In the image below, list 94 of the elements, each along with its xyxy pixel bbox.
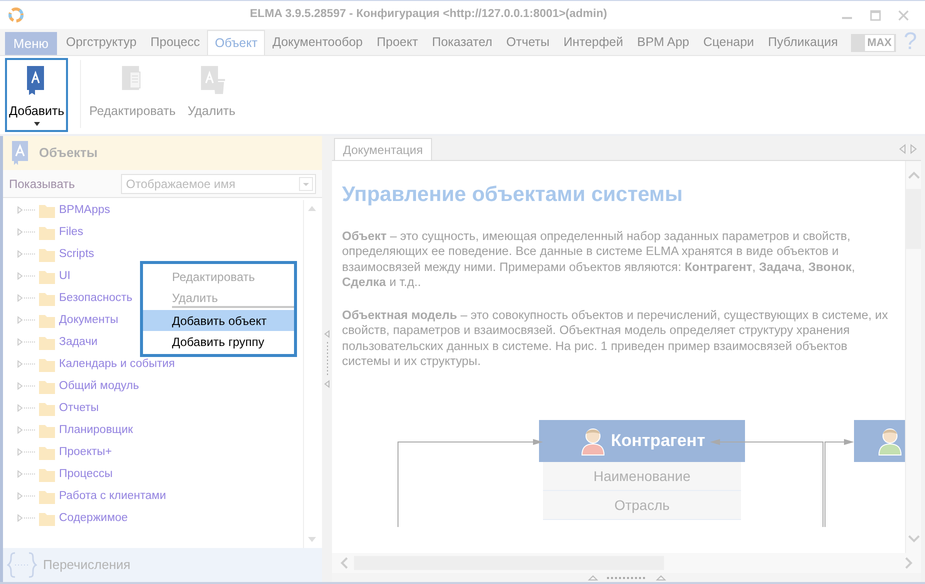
ribbon-tab[interactable]: Объект bbox=[206, 30, 266, 55]
window-title: ELMA 3.9.5.28597 - Конфигурация <http://127.0.0.1:8001>(admin) bbox=[248, 7, 608, 22]
expand-toggle-icon[interactable] bbox=[17, 228, 35, 238]
folder-icon bbox=[39, 336, 55, 350]
splitter-grip-icon[interactable] bbox=[586, 573, 666, 581]
scroll-up-icon[interactable] bbox=[908, 171, 920, 179]
menu-item[interactable]: Добавить группу bbox=[143, 331, 294, 352]
ribbon-tab[interactable]: Документообор bbox=[265, 30, 370, 55]
entity-field: Наименование bbox=[543, 462, 741, 491]
ribbon-tab[interactable]: Процесс bbox=[144, 30, 207, 55]
folder-icon bbox=[39, 380, 55, 394]
splitter-grip-icon[interactable] bbox=[326, 342, 328, 376]
folder-icon bbox=[39, 248, 55, 262]
tree-item[interactable]: Задачи bbox=[59, 334, 98, 352]
document-paragraph: Объект – это сущность, имеющая определенный набор заданных параметров и свойств, определяющих ее поведение. Все данные в системе ELMA хранятся в виде объектов и взаимосвязей между ними. Примерами объектов являются: Контрагент, Задача, Звонок, Сделка и т.д.. bbox=[342, 228, 856, 290]
ribbon-tab[interactable]: Интерфей bbox=[556, 30, 630, 55]
tree-item[interactable]: Процессы bbox=[59, 466, 113, 484]
ribbon-tab[interactable]: BPM App bbox=[630, 30, 696, 55]
expand-toggle-icon[interactable] bbox=[17, 404, 35, 414]
scroll-down-icon[interactable] bbox=[908, 535, 920, 543]
expand-toggle-icon[interactable] bbox=[17, 360, 35, 370]
previous-tab-icon[interactable] bbox=[899, 144, 906, 154]
folder-icon bbox=[39, 424, 55, 438]
vertical-scrollbar[interactable] bbox=[905, 161, 921, 553]
tree-item[interactable]: Scripts bbox=[59, 246, 94, 264]
expand-toggle-icon[interactable] bbox=[17, 448, 35, 458]
ribbon-tab[interactable]: Проект bbox=[370, 30, 425, 55]
collapse-arrow-icon[interactable] bbox=[324, 380, 330, 388]
max-toggle[interactable]: MAX bbox=[851, 34, 896, 52]
expand-toggle-icon[interactable] bbox=[17, 250, 35, 260]
tree-item[interactable]: Отчеты bbox=[59, 400, 99, 418]
document-tab[interactable]: Документация bbox=[334, 138, 432, 160]
document-heading: Управление объектами системы bbox=[342, 182, 684, 208]
menu-button[interactable]: Меню bbox=[5, 32, 57, 55]
expand-toggle-icon[interactable] bbox=[17, 338, 35, 348]
scroll-right-icon[interactable] bbox=[905, 557, 913, 569]
entity-title: Контрагент bbox=[610, 430, 706, 452]
folder-icon bbox=[39, 226, 55, 240]
folder-icon bbox=[39, 270, 55, 284]
expand-toggle-icon[interactable] bbox=[17, 206, 35, 216]
field-label: Показывать bbox=[9, 176, 76, 192]
close-icon[interactable] bbox=[898, 10, 908, 20]
caret-icon bbox=[32, 120, 41, 127]
expand-toggle-icon[interactable] bbox=[17, 426, 35, 436]
tree-item[interactable]: Документы bbox=[59, 312, 118, 330]
tree-item[interactable]: Планировщик bbox=[59, 422, 133, 440]
tree-item[interactable]: Работа с клиентами bbox=[59, 488, 166, 506]
expand-toggle-icon[interactable] bbox=[17, 272, 35, 282]
entity-field: Отрасль bbox=[543, 491, 741, 520]
horizontal-scrollbar[interactable] bbox=[332, 553, 921, 573]
tree-item[interactable]: Files bbox=[59, 224, 84, 242]
display-select[interactable]: Отображаемое имя bbox=[121, 174, 316, 194]
ribbon-tab[interactable]: Оргструктур bbox=[59, 30, 144, 55]
maximize-icon[interactable] bbox=[870, 10, 880, 20]
ribbon-tab[interactable]: Сценари bbox=[696, 30, 762, 55]
ribbon-tab[interactable]: Публикация bbox=[761, 30, 845, 55]
tree-item[interactable]: Календарь и события bbox=[59, 356, 175, 374]
expand-toggle-icon[interactable] bbox=[17, 294, 35, 304]
book-icon bbox=[9, 140, 31, 166]
folder-icon bbox=[39, 358, 55, 372]
scroll-up-icon[interactable] bbox=[306, 204, 316, 212]
add-button[interactable]: Добавить bbox=[5, 58, 68, 132]
scroll-down-icon[interactable] bbox=[306, 536, 316, 544]
tree-item[interactable]: BPMApps bbox=[59, 202, 110, 220]
app-logo-icon bbox=[8, 7, 24, 23]
scroll-left-icon[interactable] bbox=[340, 557, 348, 569]
expand-toggle-icon[interactable] bbox=[17, 492, 35, 502]
next-tab-icon[interactable] bbox=[910, 144, 917, 154]
ribbon-tab[interactable]: Отчеты bbox=[499, 30, 556, 55]
expand-toggle-icon[interactable] bbox=[17, 470, 35, 480]
folder-icon bbox=[39, 468, 55, 482]
ribbon-tab[interactable]: Показател bbox=[424, 30, 500, 55]
folder-icon bbox=[39, 490, 55, 504]
folder-icon bbox=[39, 446, 55, 460]
menu-item[interactable]: Добавить объект bbox=[143, 310, 294, 331]
panel-title: Объекты bbox=[39, 144, 98, 162]
panel-footer-title: Перечисления bbox=[43, 556, 130, 574]
expand-toggle-icon[interactable] bbox=[17, 382, 35, 392]
expand-toggle-icon[interactable] bbox=[17, 514, 35, 524]
document-paragraph: Объектная модель – это совокупность объектов и перечислений, существующих в системе, их свойств, параметров и взаимосвязей. Объектная модель определяет структуру хранения пользовательских данных в системе. На рис. 1 приведен пример взаимосвязей объектов системы и их структуры. bbox=[342, 308, 889, 370]
folder-icon bbox=[39, 204, 55, 218]
folder-icon bbox=[39, 402, 55, 416]
folder-icon bbox=[39, 512, 55, 526]
folder-icon bbox=[39, 314, 55, 328]
collapse-arrow-icon[interactable] bbox=[324, 330, 330, 338]
vertical-scrollbar[interactable] bbox=[303, 200, 319, 548]
expand-toggle-icon[interactable] bbox=[17, 316, 35, 326]
tree-item[interactable]: Проекты+ bbox=[59, 444, 112, 462]
braces-icon bbox=[7, 552, 37, 578]
tree-item[interactable]: Содержимое bbox=[59, 510, 128, 528]
folder-icon bbox=[39, 292, 55, 306]
tree-item[interactable]: Общий модуль bbox=[59, 378, 139, 396]
tree-item[interactable]: Безопасность bbox=[59, 290, 132, 308]
tree-item[interactable]: UI bbox=[59, 268, 70, 286]
